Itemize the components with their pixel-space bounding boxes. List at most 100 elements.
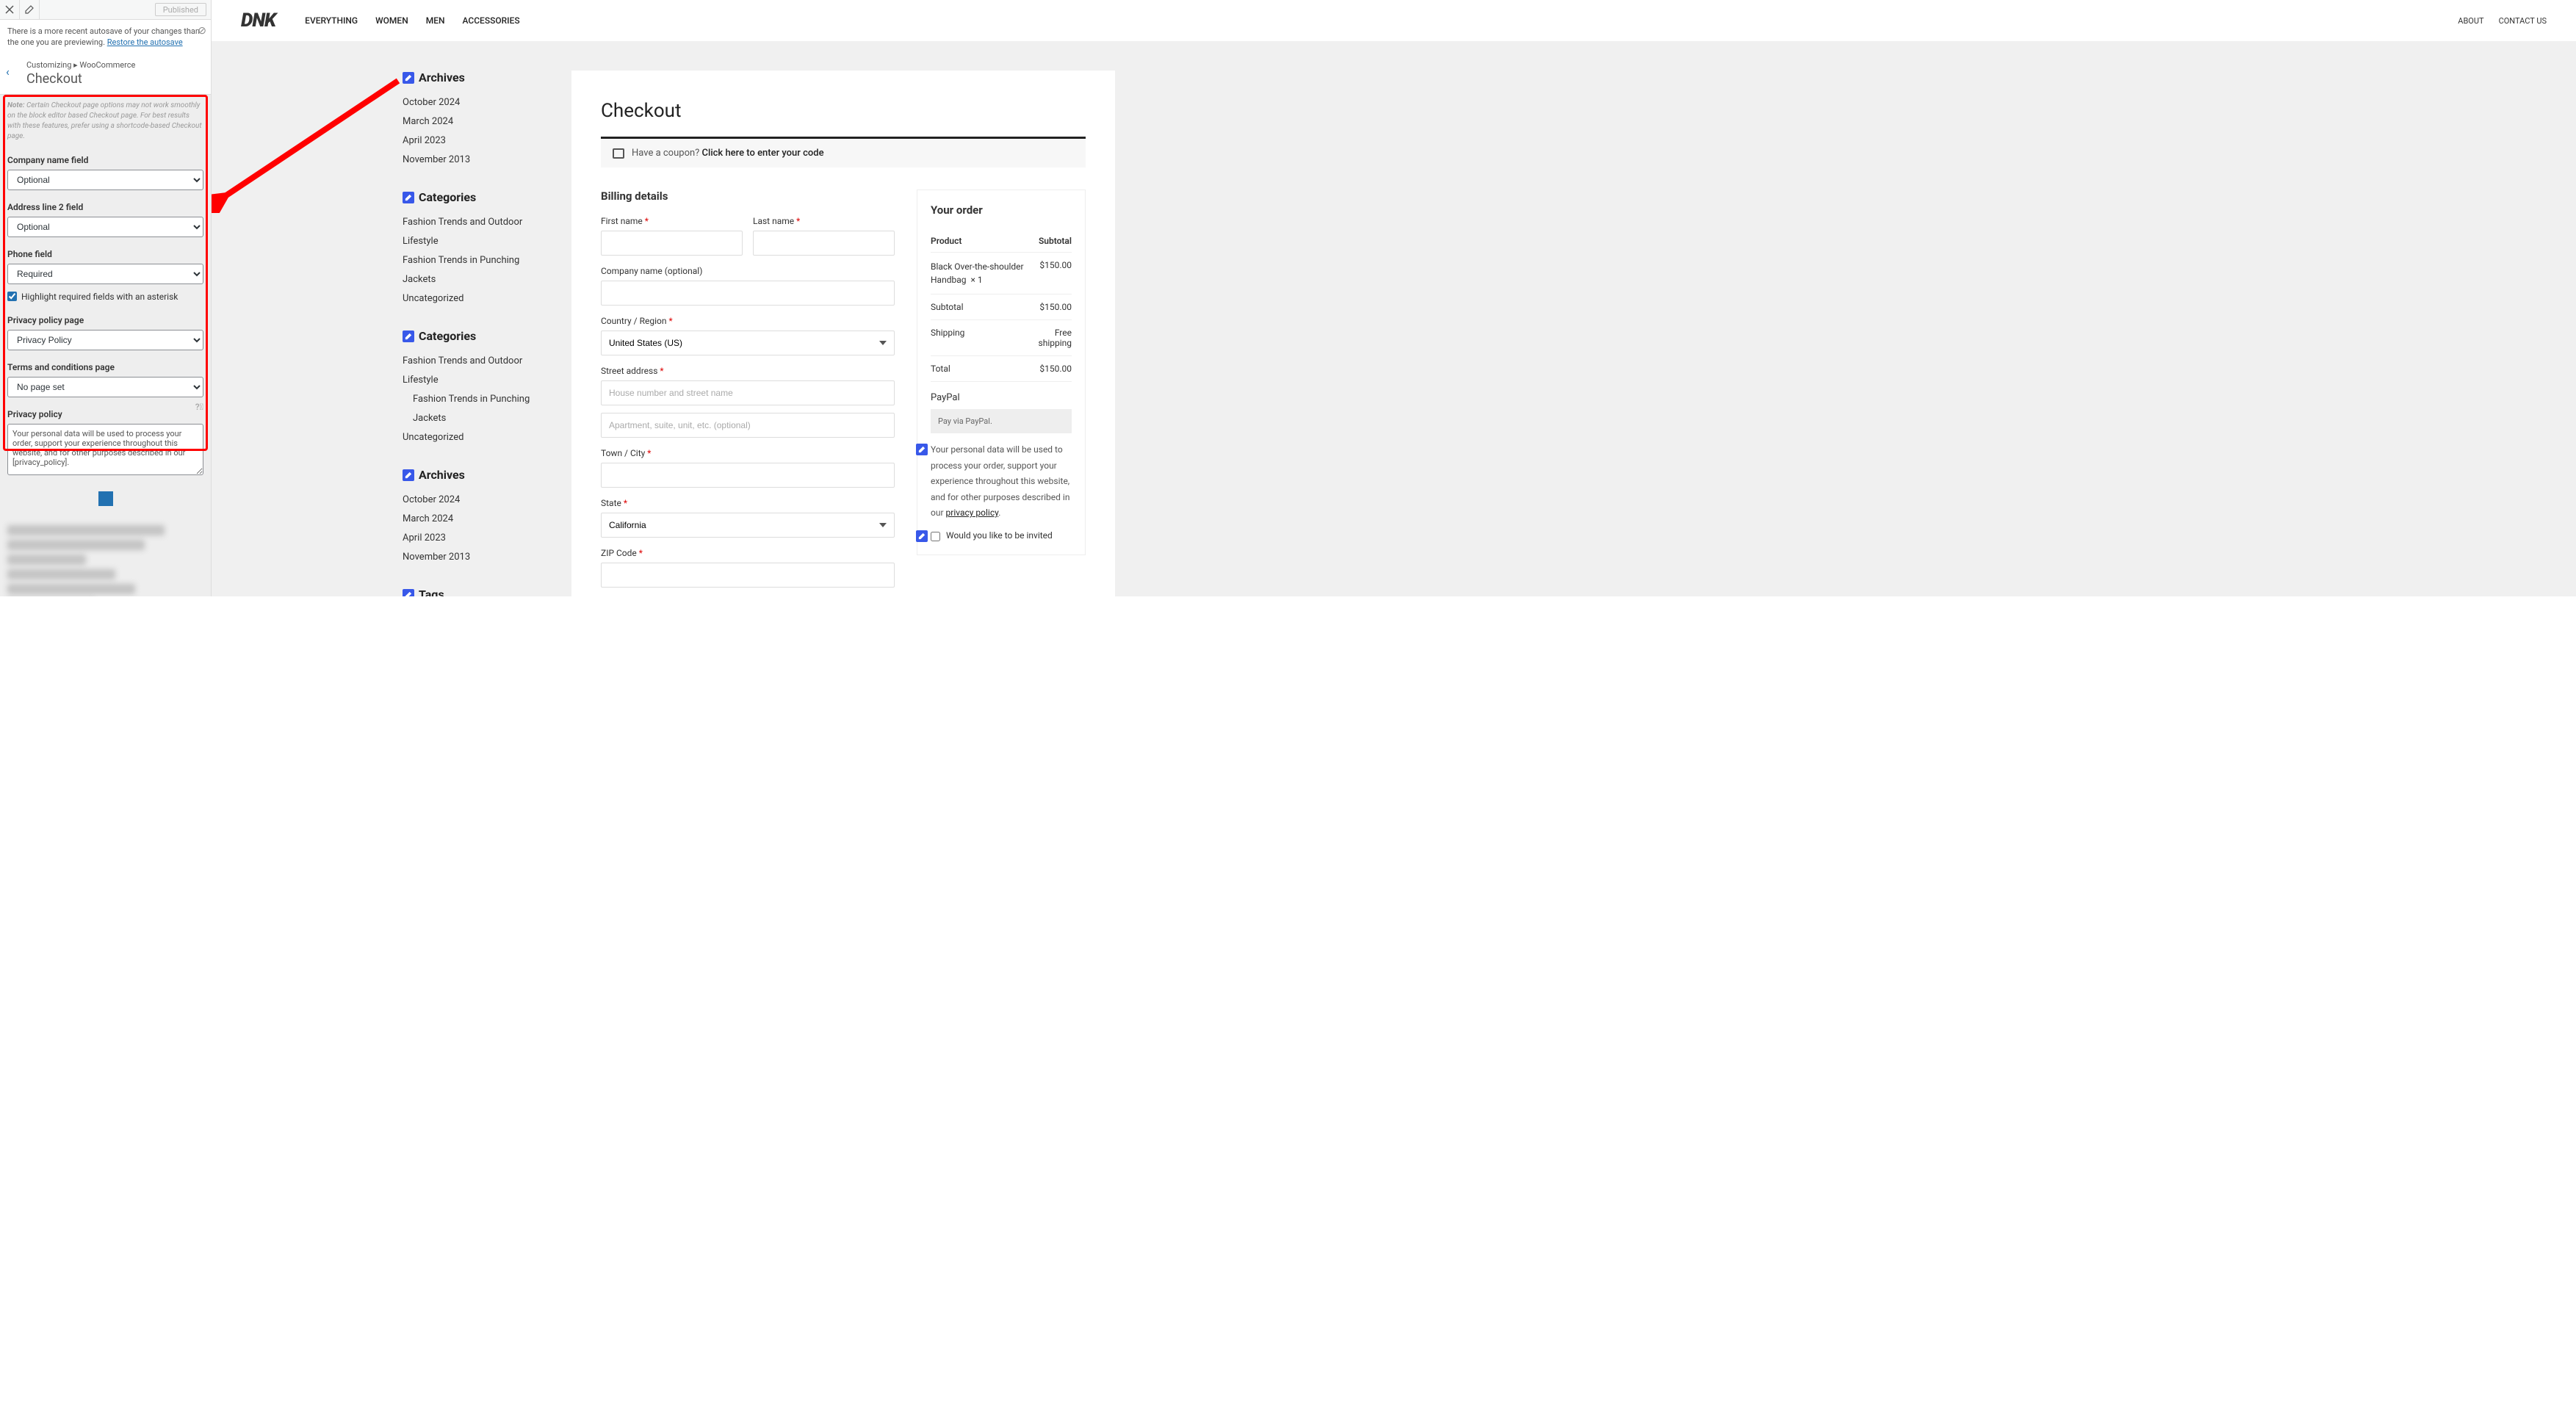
primary-nav: EVERYTHING WOMEN MEN ACCESSORIES	[305, 15, 519, 26]
site-header: DNK EVERYTHING WOMEN MEN ACCESSORIES ABO…	[212, 0, 2576, 41]
blurred-content	[0, 513, 211, 596]
breadcrumb: ‹ Customizing ▸ WooCommerce Checkout	[0, 54, 211, 95]
archive-link[interactable]: March 2024	[403, 112, 542, 131]
nav-accessories[interactable]: ACCESSORIES	[463, 15, 520, 26]
panel-title: Checkout	[26, 71, 203, 87]
invite-checkbox[interactable]	[931, 532, 940, 541]
country-label: Country / Region *	[601, 316, 895, 326]
lname-label: Last name *	[753, 216, 895, 226]
archive-link[interactable]: April 2023	[403, 529, 542, 548]
privacy-link[interactable]: privacy policy	[946, 508, 999, 518]
breadcrumb-path: Customizing ▸ WooCommerce	[26, 60, 203, 70]
site-logo[interactable]: DNK	[241, 10, 275, 32]
privacy-page-label: Privacy policy page	[0, 308, 211, 330]
page-title: Checkout	[601, 100, 1086, 122]
city-label: Town / City *	[601, 448, 895, 458]
edit-widget-icon[interactable]	[403, 589, 414, 597]
invite-label: Would you like to be invited	[946, 530, 1053, 541]
highlight-required-checkbox[interactable]: Highlight required fields with an asteri…	[0, 289, 211, 308]
phone-field-label: Phone field	[0, 242, 211, 264]
city-input[interactable]	[601, 463, 895, 488]
tags-title: Tags	[419, 588, 444, 596]
privacy-text-label: Privacy policy ?⃝	[0, 402, 211, 424]
terms-page-select[interactable]: No page set	[7, 377, 203, 397]
phone-field-select[interactable]: Required	[7, 264, 203, 284]
subtotal-label: Subtotal	[931, 295, 1028, 320]
street2-input[interactable]	[601, 413, 895, 438]
country-select[interactable]: United States (US)	[601, 331, 895, 355]
checkout-content: Checkout Have a coupon? Click here to en…	[571, 71, 1115, 596]
category-link[interactable]: Fashion Trends and Outdoor Lifestyle	[403, 213, 542, 251]
payment-desc: Pay via PayPal.	[931, 409, 1072, 433]
archive-link[interactable]: November 2013	[403, 151, 542, 170]
order-title: Your order	[931, 203, 1072, 217]
terms-page-label: Terms and conditions page	[0, 355, 211, 377]
state-label: State *	[601, 498, 895, 508]
billing-form: Billing details First name * Last name *	[601, 189, 895, 596]
billing-title: Billing details	[601, 189, 895, 203]
autosave-notice: There is a more recent autosave of your …	[0, 20, 211, 54]
nav-about[interactable]: ABOUT	[2458, 16, 2483, 26]
edit-widget-icon[interactable]	[403, 469, 414, 481]
total-value: $150.00	[1028, 356, 1072, 382]
order-item-price: $150.00	[1028, 253, 1072, 295]
archives-title: Archives	[419, 71, 465, 84]
payment-method[interactable]: PayPal Pay via PayPal.	[931, 392, 1072, 433]
nav-contact[interactable]: CONTACT US	[2499, 16, 2547, 26]
highlight-required-input[interactable]	[7, 292, 17, 301]
invite-checkbox-row: Would you like to be invited	[931, 530, 1072, 541]
customizer-topbar: Published	[0, 0, 211, 20]
addr2-field-label: Address line 2 field	[0, 195, 211, 217]
privacy-page-select[interactable]: Privacy Policy	[7, 330, 203, 350]
col-subtotal: Subtotal	[1028, 230, 1072, 253]
archive-link[interactable]: November 2013	[403, 548, 542, 567]
edit-button[interactable]	[20, 0, 40, 19]
nav-men[interactable]: MEN	[426, 15, 445, 26]
addr2-field-select[interactable]: Optional	[7, 217, 203, 237]
coupon-icon	[613, 148, 624, 159]
coupon-link[interactable]: Click here to enter your code	[702, 148, 824, 159]
fname-label: First name *	[601, 216, 743, 226]
company-field-label: Company name field	[0, 148, 211, 170]
dismiss-notice-icon[interactable]: ⊘	[198, 24, 206, 39]
back-button[interactable]: ‹	[6, 65, 10, 79]
shipping-value: Free shipping	[1028, 320, 1072, 356]
archive-link[interactable]: October 2024	[403, 491, 542, 510]
secondary-nav: ABOUT CONTACT US	[2458, 16, 2547, 26]
zip-input[interactable]	[601, 563, 895, 588]
state-select[interactable]: California	[601, 513, 895, 538]
col-product: Product	[931, 230, 1028, 253]
category-link[interactable]: Uncategorized	[403, 428, 542, 447]
privacy-text-textarea[interactable]: Your personal data will be used to proce…	[7, 424, 203, 475]
coupon-toggle[interactable]: Have a coupon? Click here to enter your …	[601, 137, 1086, 167]
help-icon[interactable]: ?⃝	[195, 402, 203, 412]
category-link[interactable]: Fashion Trends in Punching Jackets	[403, 251, 542, 289]
categories-title: Categories	[419, 190, 476, 204]
archive-link[interactable]: April 2023	[403, 131, 542, 151]
company-label: Company name (optional)	[601, 266, 895, 276]
total-label: Total	[931, 356, 1028, 382]
shipping-label: Shipping	[931, 320, 1028, 356]
fname-input[interactable]	[601, 231, 743, 256]
archive-link[interactable]: March 2024	[403, 510, 542, 529]
edit-shortcut-icon[interactable]	[916, 444, 928, 455]
close-button[interactable]	[0, 0, 20, 19]
edit-shortcut-icon[interactable]	[916, 530, 928, 542]
customizer-sidebar: Published There is a more recent autosav…	[0, 0, 212, 596]
privacy-notice: Your personal data will be used to proce…	[931, 442, 1072, 521]
category-link[interactable]: Uncategorized	[403, 289, 542, 308]
nav-women[interactable]: WOMEN	[375, 15, 408, 26]
archive-link[interactable]: October 2024	[403, 93, 542, 112]
company-input[interactable]	[601, 281, 895, 306]
lname-input[interactable]	[753, 231, 895, 256]
restore-autosave-link[interactable]: Restore the autosave	[107, 37, 183, 47]
street1-input[interactable]	[601, 380, 895, 405]
annotation-arrow	[212, 66, 413, 213]
category-link[interactable]: Fashion Trends in Punching Jackets	[403, 390, 542, 428]
archives-title: Archives	[419, 468, 465, 482]
nav-everything[interactable]: EVERYTHING	[305, 15, 358, 26]
edit-widget-icon[interactable]	[403, 331, 414, 342]
company-field-select[interactable]: Optional	[7, 170, 203, 190]
wp-icon	[0, 484, 211, 513]
category-link[interactable]: Fashion Trends and Outdoor Lifestyle	[403, 352, 542, 390]
